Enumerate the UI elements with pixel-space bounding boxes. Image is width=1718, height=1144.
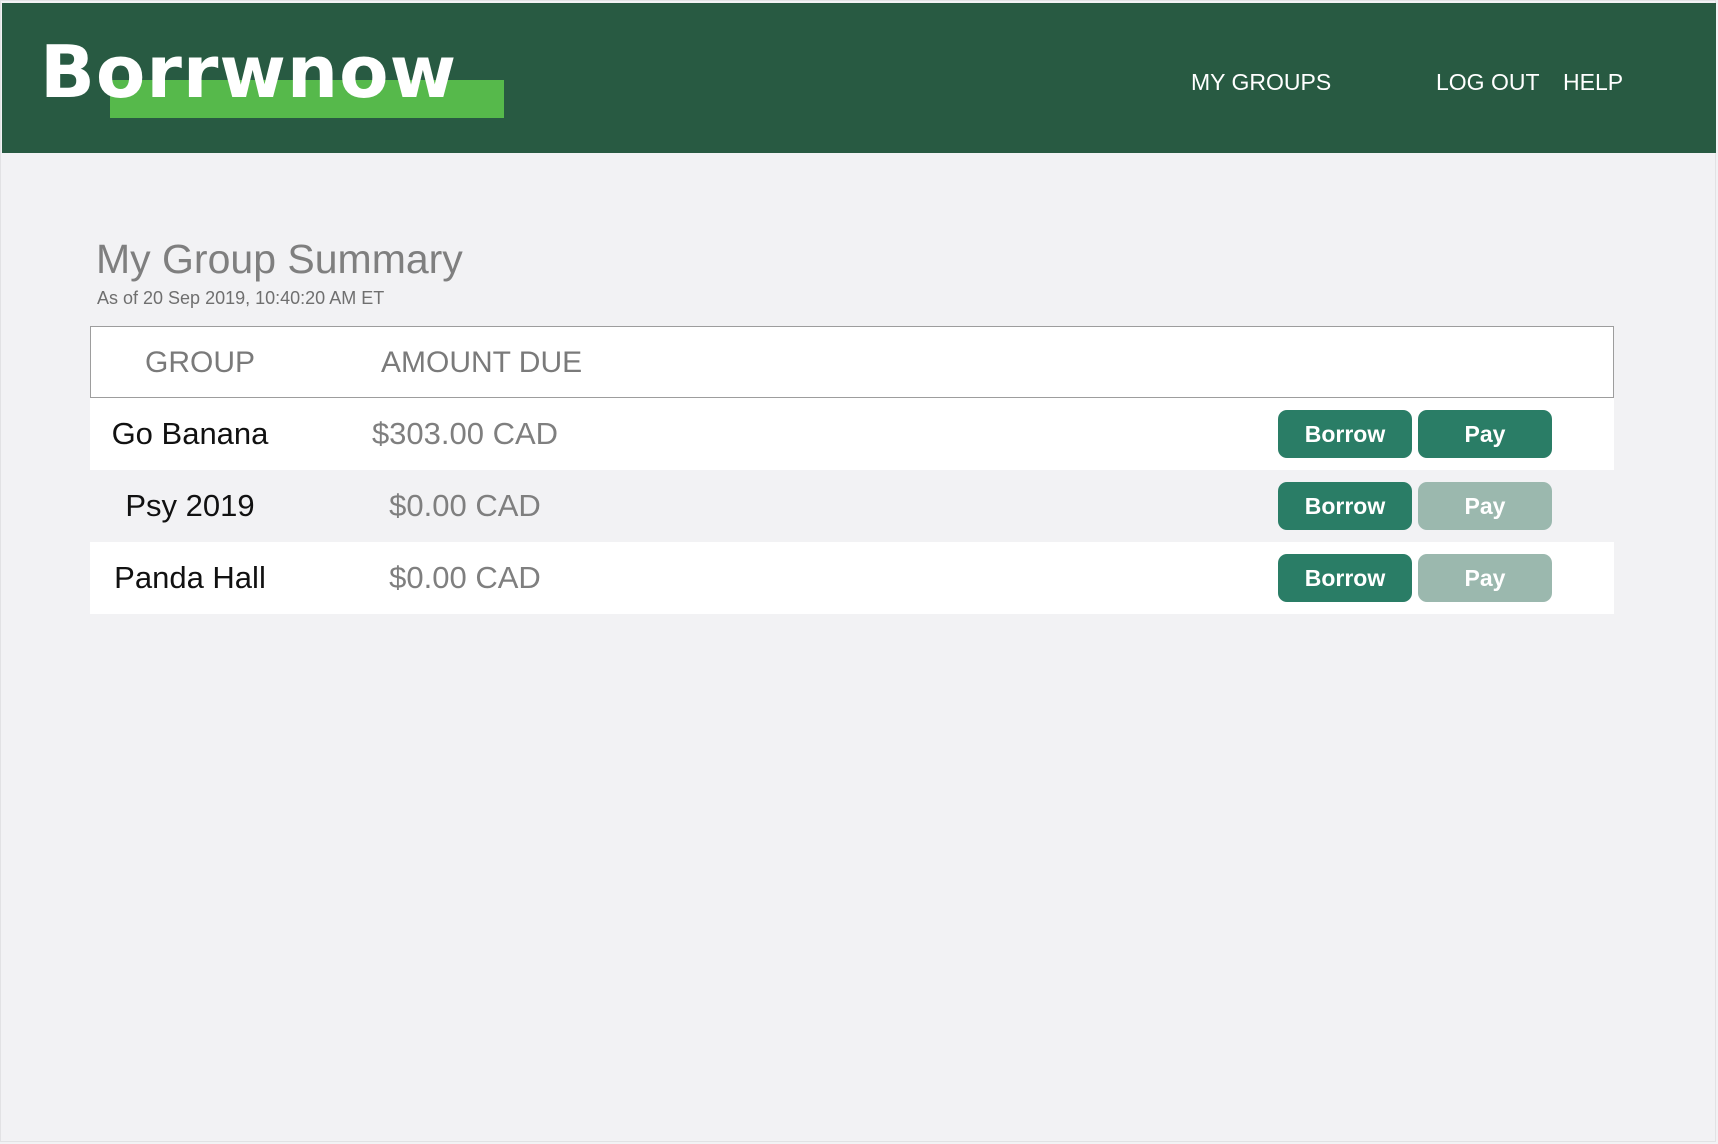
amount-due: $0.00 CAD (389, 488, 541, 523)
group-name: Go Banana (111, 416, 269, 451)
pay-button: Pay (1418, 554, 1552, 602)
table-header: GROUP AMOUNT DUE (90, 326, 1614, 398)
borrow-button[interactable]: Borrow (1278, 482, 1412, 530)
nav-my-groups[interactable]: MY GROUPS (1191, 67, 1331, 97)
pay-button[interactable]: Pay (1418, 410, 1552, 458)
app-header: Borrwnow MY GROUPS LOG OUT HELP (2, 3, 1716, 153)
table-row: Psy 2019 $0.00 CAD Borrow Pay (90, 470, 1614, 542)
page-title: My Group Summary (96, 236, 463, 282)
logo[interactable]: Borrwnow (40, 31, 457, 113)
as-of-timestamp: As of 20 Sep 2019, 10:40:20 AM ET (97, 288, 385, 308)
nav-log-out[interactable]: LOG OUT (1436, 67, 1540, 97)
table-row: Panda Hall $0.00 CAD Borrow Pay (90, 542, 1614, 614)
nav-help[interactable]: HELP (1563, 67, 1623, 97)
amount-due: $0.00 CAD (389, 560, 541, 595)
column-header-amount-due: AMOUNT DUE (381, 346, 583, 379)
table-row: Go Banana $303.00 CAD Borrow Pay (90, 398, 1614, 470)
borrow-button[interactable]: Borrow (1278, 410, 1412, 458)
amount-due: $303.00 CAD (371, 416, 559, 451)
group-name: Panda Hall (114, 560, 266, 595)
column-header-group: GROUP (145, 346, 256, 379)
borrow-button[interactable]: Borrow (1278, 554, 1412, 602)
pay-button: Pay (1418, 482, 1552, 530)
group-name: Psy 2019 (125, 488, 255, 523)
